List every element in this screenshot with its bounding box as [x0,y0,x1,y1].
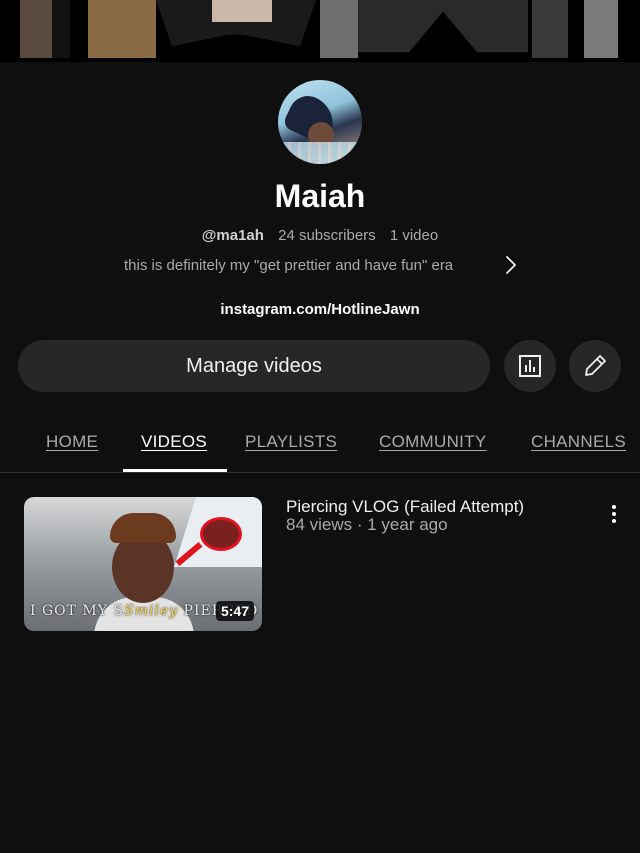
channel-avatar[interactable] [278,80,362,164]
thumbnail-headwrap [110,513,176,543]
banner-image-5 [212,0,272,22]
channel-name: Maiah [274,178,366,214]
tab-home[interactable]: HOME [46,432,98,452]
thumbnail-highlight-circle [200,517,242,551]
video-title[interactable]: Piercing VLOG (Failed Attempt) [286,497,524,517]
tab-channels[interactable]: CHANNELS [531,432,626,452]
channel-meta: @ma1ah 24 subscribers 1 video [0,227,640,244]
subscriber-count: 24 subscribers [278,227,376,244]
manage-videos-button[interactable]: Manage videos [18,340,490,392]
active-tab-indicator [123,469,227,472]
banner-image-9 [584,0,618,58]
video-meta: 84 views · 1 year ago [286,515,448,534]
banner-image-6 [320,0,358,58]
channel-tabs: HOME VIDEOS PLAYLISTS COMMUNITY CHANNELS [0,420,640,473]
chevron-right-icon[interactable] [500,254,522,276]
channel-banner [0,0,640,62]
tab-videos[interactable]: VIDEOS [141,432,207,452]
video-thumbnail[interactable]: I GOT MY SSmiley PIERCED 5:47 [24,497,262,631]
channel-description[interactable]: this is definitely my "get prettier and … [124,257,453,274]
more-dot-icon [612,505,616,509]
banner-image-2 [52,0,70,58]
video-list-item[interactable]: I GOT MY SSmiley PIERCED 5:47 Piercing V… [24,497,624,631]
caption-left: I GOT MY S [30,603,125,619]
banner-image-8 [532,0,568,58]
analytics-icon [519,355,541,377]
avatar-railing [278,142,362,164]
caption-script: Smiley [124,603,179,619]
banner-image-3 [88,0,156,58]
edit-pencil-icon [585,355,606,376]
analytics-button[interactable] [504,340,556,392]
channel-link[interactable]: instagram.com/HotlineJawn [0,301,640,318]
banner-image-1 [20,0,52,58]
more-options-button[interactable] [606,501,622,527]
tab-playlists[interactable]: PLAYLISTS [245,432,337,452]
more-dot-icon [612,519,616,523]
edit-channel-button[interactable] [569,340,621,392]
banner-image-7 [358,0,528,53]
video-count: 1 video [389,227,439,244]
video-duration: 5:47 [215,601,254,621]
channel-handle: @ma1ah [201,227,264,244]
more-dot-icon [612,512,616,516]
tab-community[interactable]: COMMUNITY [379,432,487,452]
